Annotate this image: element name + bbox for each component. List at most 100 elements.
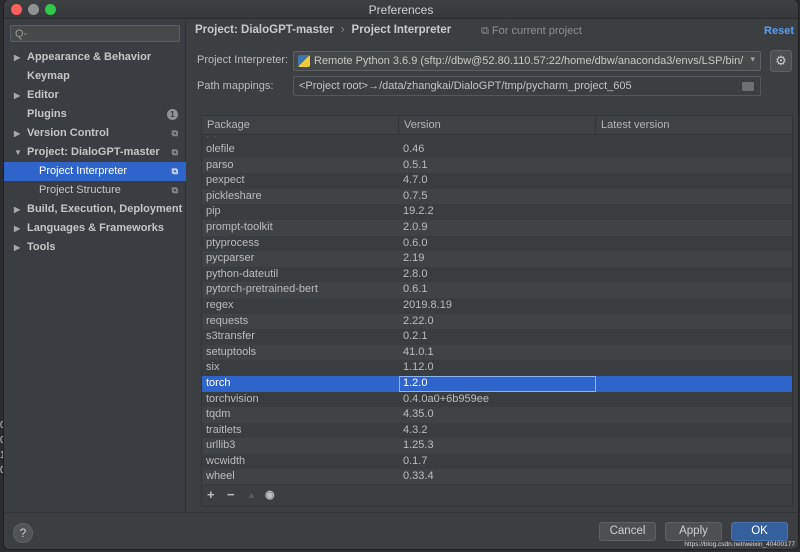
package-name-cell: regex	[206, 298, 234, 311]
sidebar-item-project-structure[interactable]: Project Structure ⧉	[4, 181, 186, 200]
interpreter-settings-gear-button[interactable]: ⚙	[770, 50, 792, 72]
sidebar-item-label: Version Control	[27, 127, 109, 139]
table-body[interactable]: · · olefile 0.46 parso 0.5.1 pexpect 4.7.0 pic…	[202, 136, 792, 485]
version-cell: 0.6.1	[403, 283, 428, 296]
version-cell: 4.3.2	[403, 423, 428, 436]
sidebar-item-label: Editor	[27, 89, 59, 101]
remove-package-button[interactable]: −	[227, 487, 235, 502]
package-name-cell: urllib3	[206, 439, 236, 452]
show-early-releases-eye-icon[interactable]: ◉	[265, 488, 275, 501]
table-row[interactable]: urllib3 1.25.3	[202, 438, 792, 454]
help-button[interactable]: ?	[13, 523, 33, 543]
breadcrumb-item-project: Project: DialoGPT-master	[195, 24, 334, 36]
package-name-cell: wcwidth	[206, 454, 246, 467]
sidebar-item-label: Languages & Frameworks	[27, 222, 164, 234]
scope-for-current-project: ⧉ For current project	[481, 25, 582, 37]
project-scope-icon: ⧉	[171, 166, 178, 176]
version-cell: 0.2.1	[403, 330, 428, 343]
version-cell: 19.2.2	[403, 205, 434, 218]
package-name-cell: parso	[206, 158, 234, 171]
sidebar-item-version-control[interactable]: ▶ Version Control ⧉	[4, 124, 186, 143]
table-row[interactable]: setuptools 41.0.1	[202, 344, 792, 361]
interpreter-select[interactable]: Remote Python 3.6.9 (sftp://dbw@52.80.11…	[293, 51, 761, 71]
package-name-cell: tqdm	[206, 408, 231, 421]
search-icon: Q-	[15, 28, 28, 40]
packages-toolbar: + − ▲ ◉	[202, 484, 792, 506]
table-row[interactable]: ptyprocess 0.6.0	[202, 235, 792, 252]
breadcrumb-separator: ›	[340, 24, 345, 36]
table-row[interactable]: pickleshare 0.7.5	[202, 188, 792, 205]
title-bar[interactable]: Preferences	[4, 0, 798, 19]
sidebar-item-label: Tools	[27, 241, 56, 253]
version-cell: 2.19	[403, 252, 425, 265]
sidebar-item-keymap[interactable]: Keymap	[4, 67, 186, 86]
version-cell: 4.35.0	[403, 408, 434, 421]
sidebar-item-build-execution-deployment[interactable]: ▶ Build, Execution, Deployment	[4, 200, 186, 219]
apply-button[interactable]: Apply	[665, 522, 722, 541]
table-row[interactable]: s3transfer 0.2.1	[202, 329, 792, 345]
python-icon	[298, 55, 310, 67]
reset-link[interactable]: Reset	[764, 25, 794, 37]
table-row[interactable]: torchvision 0.4.0a0+6b959ee	[202, 391, 792, 408]
package-name-cell: pycparser	[206, 252, 255, 265]
table-row[interactable]: pip 19.2.2	[202, 204, 792, 220]
chevron-right-icon[interactable]: ▶	[14, 48, 20, 67]
package-name-cell: requests	[206, 314, 249, 327]
table-row[interactable]: python-dateutil 2.8.0	[202, 266, 792, 283]
chevron-right-icon[interactable]: ▶	[14, 219, 20, 238]
upgrade-package-button[interactable]: ▲	[247, 490, 256, 500]
sidebar-item-editor[interactable]: ▶ Editor	[4, 86, 186, 105]
column-header-package[interactable]: Package	[202, 116, 399, 135]
breadcrumb: Project: DialoGPT-master › Project Interpr…	[195, 24, 451, 36]
column-header-version[interactable]: Version	[399, 116, 596, 135]
table-row[interactable]: pytorch-pretrained-bert 0.6.1	[202, 282, 792, 298]
sidebar-item-project-interpreter[interactable]: Project Interpreter ⧉	[4, 162, 186, 181]
table-row[interactable]: pycparser 2.19	[202, 251, 792, 267]
table-row[interactable]: tqdm 4.35.0	[202, 407, 792, 423]
table-row[interactable]: requests 2.22.0	[202, 313, 792, 330]
package-name-cell: traitlets	[206, 423, 242, 436]
sidebar-item-project-dialogpt-master[interactable]: ▼ Project: DialoGPT-master ⧉	[4, 143, 186, 162]
sidebar-item-label: Keymap	[27, 70, 70, 82]
table-row[interactable]: parso 0.5.1	[202, 157, 792, 174]
table-row[interactable]: prompt-toolkit 2.0.9	[202, 219, 792, 236]
chevron-right-icon[interactable]: ▶	[14, 238, 20, 257]
settings-search-input[interactable]: Q-	[10, 25, 180, 42]
table-row[interactable]: wcwidth 0.1.7	[202, 453, 792, 470]
sidebar-item-languages-frameworks[interactable]: ▶ Languages & Frameworks	[4, 219, 186, 238]
table-row[interactable]: pexpect 4.7.0	[202, 173, 792, 189]
version-cell: 0.1.7	[403, 454, 428, 467]
version-cell: 0.4.0a0+6b959ee	[403, 392, 489, 405]
package-name-cell: pexpect	[206, 174, 245, 187]
version-cell: 2.22.0	[403, 314, 434, 327]
table-row[interactable]: six 1.12.0	[202, 360, 792, 376]
path-mappings-value: <Project root>→/data/zhangkai/DialoGPT/t…	[299, 80, 632, 92]
chevron-right-icon[interactable]: ▶	[14, 86, 20, 105]
sidebar-item-label: Plugins	[27, 108, 67, 120]
window-title: Preferences	[368, 3, 434, 17]
table-row[interactable]: torch 1.2.0	[202, 375, 792, 392]
ok-button[interactable]: OK	[731, 522, 788, 541]
interpreter-label: Project Interpreter:	[197, 54, 289, 66]
version-cell: 41.0.1	[403, 345, 434, 358]
sidebar-item-appearance-behavior[interactable]: ▶ Appearance & Behavior	[4, 48, 186, 67]
add-package-button[interactable]: +	[207, 487, 215, 502]
sidebar-item-plugins[interactable]: Plugins 1	[4, 105, 186, 124]
table-row[interactable]: regex 2019.8.19	[202, 297, 792, 314]
sidebar-item-tools[interactable]: ▶ Tools	[4, 238, 186, 257]
chevron-right-icon[interactable]: ▶	[14, 200, 20, 219]
table-row[interactable]: traitlets 4.3.2	[202, 422, 792, 439]
column-header-latest-version[interactable]: Latest version	[596, 116, 794, 135]
path-mappings-field[interactable]: <Project root>→/data/zhangkai/DialoGPT/t…	[293, 76, 761, 96]
package-name-cell: pytorch-pretrained-bert	[206, 283, 318, 296]
cancel-button[interactable]: Cancel	[599, 522, 656, 541]
settings-content: Project: DialoGPT-master › Project Interpr…	[187, 20, 798, 512]
watermark: https://blog.csdn.net/weixin_40400177	[684, 541, 795, 548]
breadcrumb-item-interpreter: Project Interpreter	[351, 24, 452, 36]
folder-icon[interactable]	[742, 82, 754, 91]
table-row[interactable]: olefile 0.46	[202, 142, 792, 158]
chevron-down-icon[interactable]: ▼	[14, 143, 22, 162]
version-cell: 0.7.5	[403, 189, 428, 202]
chevron-right-icon[interactable]: ▶	[14, 124, 20, 143]
table-row[interactable]: wheel 0.33.4	[202, 469, 792, 485]
